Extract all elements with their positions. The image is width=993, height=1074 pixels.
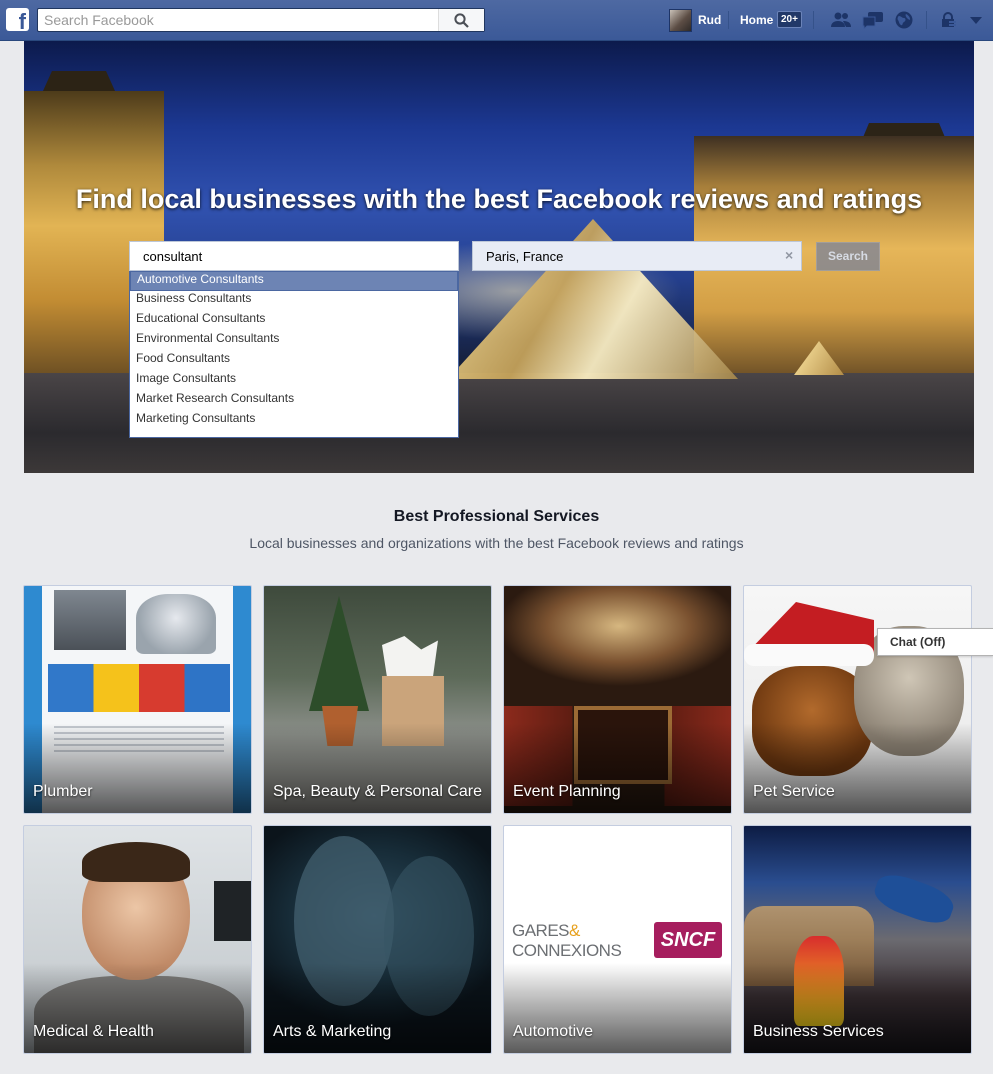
suggestion-item[interactable]: Environmental Consultants <box>130 331 458 351</box>
suggestion-item[interactable]: Educational Consultants <box>130 311 458 331</box>
home-link[interactable]: Home <box>740 13 773 27</box>
global-search <box>37 8 485 32</box>
gares-connexions-logo: GARES& CONNEXIONS <box>512 921 622 960</box>
tissue-image <box>382 636 438 681</box>
suggestion-item[interactable]: Marketing Consultants <box>130 411 458 431</box>
privacy-lock-icon[interactable] <box>938 10 960 30</box>
business-search-button[interactable]: Search <box>816 242 880 271</box>
santa-hat-trim <box>744 644 874 666</box>
messages-icon[interactable] <box>862 10 884 30</box>
profile-name: Rud <box>698 13 722 27</box>
home-count-badge: 20+ <box>777 11 802 28</box>
category-label: Automotive <box>513 1023 594 1040</box>
nav-divider <box>728 11 729 29</box>
notifications-globe-icon[interactable] <box>893 10 915 30</box>
section-subtitle: Local businesses and organizations with … <box>249 535 744 551</box>
top-bar: f Rud Home 20+ <box>0 0 993 41</box>
performer-image <box>870 868 958 930</box>
hero-title: Find local businesses with the best Face… <box>75 184 923 214</box>
friend-requests-icon[interactable] <box>830 10 852 30</box>
category-tile-pet-service[interactable]: Pet Service <box>743 585 972 814</box>
tree-image <box>309 596 369 711</box>
category-label: Medical & Health <box>33 1023 154 1040</box>
business-query-input[interactable] <box>129 241 459 271</box>
facebook-logo[interactable]: f <box>6 8 29 31</box>
category-tile-medical-health[interactable]: Medical & Health <box>23 825 252 1054</box>
nav-divider <box>813 11 814 29</box>
category-tile-automotive[interactable]: GARES& CONNEXIONS SNCF Automotive <box>503 825 732 1054</box>
category-label: Plumber <box>33 783 93 800</box>
person-hair-image <box>82 842 190 882</box>
hero-banner: Find local businesses with the best Face… <box>24 41 974 473</box>
avatar <box>669 8 692 32</box>
suggestion-item[interactable]: Automotive Consultants <box>130 271 458 291</box>
category-tile-plumber[interactable]: Plumber <box>23 585 252 814</box>
chat-tab[interactable]: Chat (Off) <box>877 628 993 656</box>
monitor-image <box>214 881 251 941</box>
settings-caret-icon[interactable] <box>965 10 987 30</box>
suggestion-item[interactable]: Image Consultants <box>130 371 458 391</box>
magnifier-icon <box>454 12 469 28</box>
suggestion-item[interactable]: Market Research Consultants <box>130 391 458 411</box>
category-label: Pet Service <box>753 783 835 800</box>
profile-link[interactable]: Rud <box>669 8 722 32</box>
category-label: Arts & Marketing <box>273 1023 392 1040</box>
suggestion-dropdown: Automotive Consultants Business Consulta… <box>129 271 459 438</box>
suggestion-item[interactable]: Food Consultants <box>130 351 458 371</box>
clear-location-icon[interactable]: × <box>785 247 793 263</box>
category-tile-spa[interactable]: Spa, Beauty & Personal Care <box>263 585 492 814</box>
nav-divider <box>926 11 927 29</box>
category-label: Event Planning <box>513 783 621 800</box>
category-label: Spa, Beauty & Personal Care <box>273 783 483 800</box>
category-label: Business Services <box>753 1023 884 1040</box>
sncf-logo: SNCF <box>654 922 722 958</box>
tile-image <box>48 664 230 712</box>
section-title: Best Professional Services <box>393 508 600 525</box>
category-tile-arts-marketing[interactable]: Arts & Marketing <box>263 825 492 1054</box>
location-input[interactable] <box>472 241 802 271</box>
category-tile-event-planning[interactable]: Event Planning <box>503 585 732 814</box>
tile-image <box>54 590 126 650</box>
global-search-button[interactable] <box>438 9 484 31</box>
faucet-image <box>136 594 216 654</box>
suggestion-item[interactable]: Business Consultants <box>130 291 458 311</box>
global-search-input[interactable] <box>38 9 444 31</box>
category-tile-business-services[interactable]: Business Services <box>743 825 972 1054</box>
